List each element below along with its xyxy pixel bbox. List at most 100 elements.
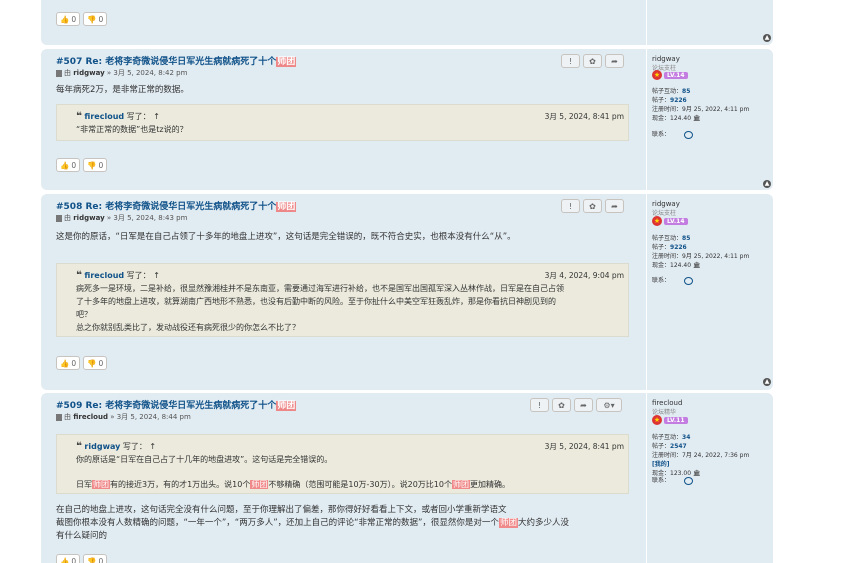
jump-to-quote-icon[interactable]: ↑	[153, 271, 160, 280]
quote-header: ❝ ridgway 写了： ↑	[76, 441, 157, 452]
quote-button[interactable]: ➦	[605, 199, 624, 213]
quote-time: 3月 4, 2024, 9:04 pm	[544, 271, 624, 280]
post-author[interactable]: firecloud	[73, 413, 108, 421]
thumbs-down-icon: 👎	[87, 160, 97, 170]
post-votes: 👍 0 👎 0	[56, 158, 108, 172]
profile-stats: 帖子互动：85 帖子：9226 注册时间：9月 25, 2022, 4:11 p…	[652, 235, 750, 269]
star-badge-icon: ★	[652, 216, 662, 226]
coin-icon: 🏛	[692, 470, 701, 477]
post-action-buttons: ! ✿ ➦ ⚙▾	[530, 398, 622, 412]
post-icon	[56, 413, 62, 421]
post-content: 这是你的原话，“日军是在自己占领了十多年的地盘上进攻”，这句话是完全错误的，既不…	[56, 232, 516, 242]
quote-line: 你的原话是“日军在自己占了十几年的地盘进攻”。这句话是完全错误的。	[76, 455, 333, 464]
post-509: #509 Re: 老将李奇微说侵华日军光生病就病死了十个师团 由 fireclo…	[41, 393, 773, 563]
post-author[interactable]: ridgway	[73, 214, 104, 222]
quote-icon: ❝	[76, 270, 82, 281]
star-badge-icon: ★	[652, 415, 662, 425]
quote-line: 总之你就别乱类比了，发动战役还有病死很少的你怎么不比了？	[76, 323, 300, 332]
profile-stats: 帖子互动：34 帖子：2547 注册时间：7月 24, 2022, 7:36 p…	[652, 434, 750, 477]
post-content: 每年病死2万，是非常正常的数据。	[56, 85, 189, 95]
jump-to-quote-icon[interactable]: ↑	[153, 112, 160, 121]
post-icon	[56, 214, 62, 222]
profile-stats: 帖子互动：85 帖子：9226 注册时间：9月 25, 2022, 4:11 p…	[652, 88, 750, 122]
thumbs-down-icon: 👎	[87, 358, 97, 368]
post-title[interactable]: #507 Re: 老将李奇微说侵华日军光生病就病死了十个师团	[56, 54, 297, 67]
post-meta: 由 ridgway » 3月 5, 2024, 8:43 pm	[56, 213, 187, 223]
post-action-buttons: ! ✿ ➦	[561, 54, 624, 68]
quote-line: 病死多一是环境，二是补给，很显然豫湘桂并不是东南亚，需要通过海军进行补给，也不是…	[76, 284, 564, 293]
post-meta: 由 firecloud » 3月 5, 2024, 8:44 pm	[56, 412, 191, 422]
quote-time: 3月 5, 2024, 8:41 pm	[544, 112, 624, 121]
post-title[interactable]: #508 Re: 老将李奇微说侵华日军光生病就病死了十个师团	[56, 199, 297, 212]
contact-icon[interactable]	[684, 130, 694, 139]
quote-line: 日军师团有的接近3万，有的才1万出头。说10个师团不够精确（范围可能是10万-3…	[76, 480, 510, 489]
back-to-top-icon[interactable]: ▲	[763, 34, 771, 42]
post-icon	[56, 69, 62, 77]
coin-icon: 🏛	[692, 262, 701, 269]
jump-to-quote-icon[interactable]: ↑	[149, 442, 156, 451]
gear-icon: ⚙▾	[603, 400, 615, 410]
share-arrow-icon: ➦	[580, 400, 587, 410]
post-title[interactable]: #509 Re: 老将李奇微说侵华日军光生病就病死了十个师团	[56, 398, 297, 411]
share-arrow-icon: ➦	[611, 56, 618, 66]
post-action-buttons: ! ✿ ➦	[561, 199, 624, 213]
warn-button[interactable]: ✿	[583, 54, 602, 68]
report-button[interactable]: !	[561, 199, 580, 213]
profile-username[interactable]: ridgway	[652, 200, 680, 208]
quote-block: ❝ ridgway 写了： ↑ 3月 5, 2024, 8:41 pm 你的原话…	[56, 434, 629, 494]
topic-container: 👍 0 👎 0 ▲ #507 Re: 老将李奇微说侵华日军光生病就病死了十个师团 由…	[41, 0, 773, 563]
quote-icon: ❝	[76, 441, 82, 452]
profile-badge: ★ LV.11	[652, 415, 688, 425]
post-votes: 👍 0 👎 0	[56, 554, 108, 563]
quote-block: ❝ firecloud 写了： ↑ 3月 4, 2024, 9:04 pm 病死…	[56, 263, 629, 337]
share-arrow-icon: ➦	[611, 201, 618, 211]
warn-button[interactable]: ✿	[583, 199, 602, 213]
profile-username[interactable]: ridgway	[652, 55, 680, 63]
post-508: #508 Re: 老将李奇微说侵华日军光生病就病死了十个师团 由 ridgway…	[41, 194, 773, 390]
quote-block: ❝ firecloud 写了： ↑ 3月 5, 2024, 8:41 pm “非…	[56, 104, 629, 141]
like-button[interactable]: 👍 0	[56, 12, 81, 26]
dislike-button[interactable]: 👎 0	[83, 158, 108, 172]
quote-time: 3月 5, 2024, 8:41 pm	[544, 442, 624, 451]
post-votes: 👍 0 👎 0	[56, 356, 108, 370]
profile-username[interactable]: firecloud	[652, 399, 682, 407]
star-badge-icon: ★	[652, 70, 662, 80]
warn-button[interactable]: ✿	[552, 398, 571, 412]
dislike-button[interactable]: 👎 0	[83, 12, 108, 26]
contact-icon[interactable]	[684, 276, 694, 285]
post-profile: firecloud 论坛精华 ★ LV.11 帖子互动：34 帖子：2547 注册…	[646, 393, 771, 563]
dislike-button[interactable]: 👎 0	[83, 554, 108, 563]
profile-contact: 联系：	[652, 129, 694, 139]
quote-icon: ❝	[76, 111, 82, 122]
post-507: #507 Re: 老将李奇微说侵华日军光生病就病死了十个师团 由 ridgway…	[41, 49, 773, 190]
thumbs-up-icon: 👍	[60, 556, 70, 563]
report-button[interactable]: !	[561, 54, 580, 68]
contact-icon[interactable]	[684, 476, 694, 485]
report-button[interactable]: !	[530, 398, 549, 412]
gift-icon: ✿	[589, 201, 596, 211]
profile-contact: 联系：	[652, 475, 694, 485]
exclamation-icon: !	[568, 201, 573, 211]
quote-header: ❝ firecloud 写了： ↑	[76, 111, 160, 122]
quote-line: 吧？	[76, 310, 92, 319]
profile-badge: ★ LV.14	[652, 70, 688, 80]
like-button[interactable]: 👍 0	[56, 554, 81, 563]
dislike-button[interactable]: 👎 0	[83, 356, 108, 370]
coin-icon: 🏛	[692, 115, 701, 122]
quote-line: “非常正常的数据”也是tz说的？	[76, 125, 188, 134]
post-profile: ridgway 论坛支柱 ★ LV.14 帖子互动：85 帖子：9226 注册时间…	[646, 194, 771, 390]
exclamation-icon: !	[537, 400, 542, 410]
post-meta: 由 ridgway » 3月 5, 2024, 8:42 pm	[56, 68, 187, 78]
profile-badge: ★ LV.14	[652, 216, 688, 226]
thumbs-down-icon: 👎	[87, 14, 97, 24]
gift-icon: ✿	[558, 400, 565, 410]
thumbs-up-icon: 👍	[60, 358, 70, 368]
like-button[interactable]: 👍 0	[56, 356, 81, 370]
gift-icon: ✿	[589, 56, 596, 66]
quote-button[interactable]: ➦	[605, 54, 624, 68]
more-actions-dropdown[interactable]: ⚙▾	[596, 398, 622, 412]
profile-contact: 联系：	[652, 275, 694, 285]
like-button[interactable]: 👍 0	[56, 158, 81, 172]
quote-button[interactable]: ➦	[574, 398, 593, 412]
post-author[interactable]: ridgway	[73, 69, 104, 77]
